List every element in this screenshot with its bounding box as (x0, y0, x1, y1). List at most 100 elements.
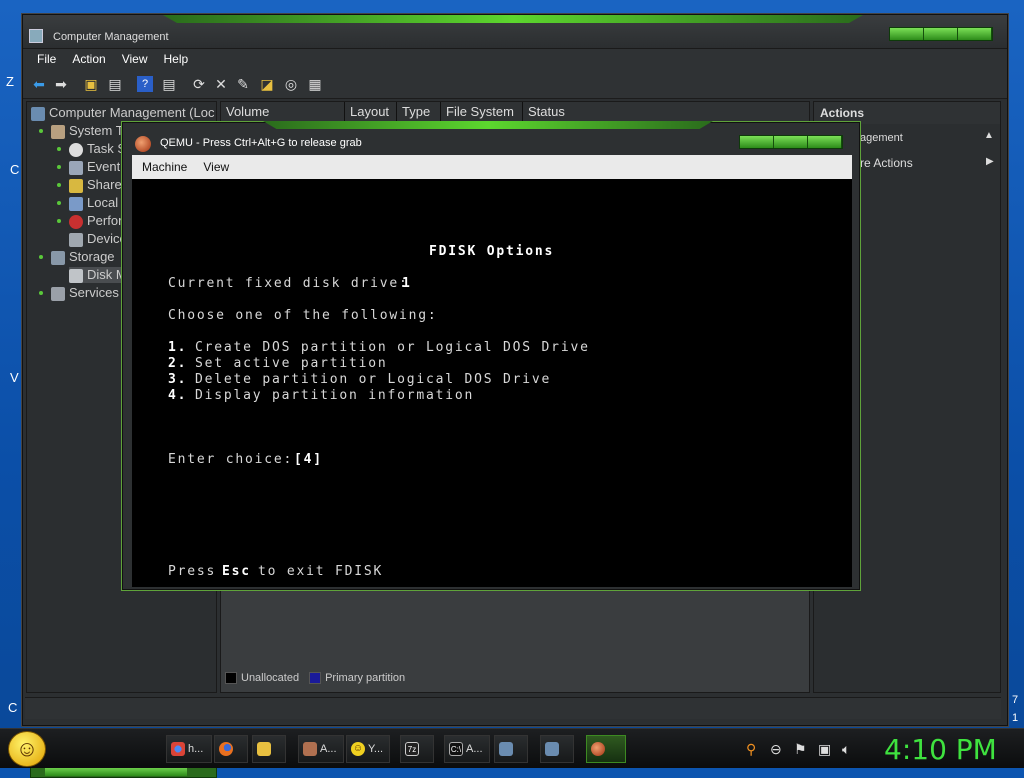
window-controls[interactable] (889, 27, 993, 41)
vm-display[interactable]: FDISK Options Current fixed disk drive: … (132, 179, 852, 587)
task-yahoo-messenger[interactable]: ☺ Y... (346, 735, 390, 763)
tree-item-services[interactable]: Services (51, 285, 119, 301)
yahoo-messenger-icon: ☺ (351, 742, 365, 757)
desktop-edge-label: 1 (1012, 712, 1019, 724)
tree-item-device-manager[interactable]: Device (69, 231, 127, 247)
open-folder-icon[interactable]: ◪ (259, 76, 275, 92)
task-app[interactable]: A... (298, 735, 344, 763)
tree-item-local-users[interactable]: Local (69, 195, 118, 211)
app-icon (303, 742, 317, 757)
refresh-icon[interactable]: ⟳ (191, 76, 207, 92)
menu-action[interactable]: Action (64, 49, 113, 71)
cm-window-title: Computer Management (53, 31, 169, 43)
edit-icon[interactable]: ✎ (235, 76, 251, 92)
computer-management-icon (29, 29, 43, 43)
task-command-prompt[interactable]: C:\ A... (444, 735, 490, 763)
services-icon (51, 286, 65, 301)
search-icon[interactable]: ⚲ (746, 741, 756, 758)
desktop-edge-label: V (10, 370, 19, 385)
titlebar-accent (163, 15, 863, 23)
task-computer-management[interactable] (494, 735, 528, 763)
action-more-actions[interactable]: re Actions (860, 156, 913, 170)
clock-icon (69, 142, 83, 157)
qemu-window[interactable]: QEMU - Press Ctrl+Alt+G to release grab … (122, 121, 860, 590)
option-number: 1. (168, 340, 188, 355)
task-firefox[interactable] (214, 735, 248, 763)
action-disk-management[interactable]: agement (860, 132, 903, 144)
computer-management-icon (499, 742, 513, 757)
flag-icon[interactable]: ⚑ (794, 741, 807, 758)
explorer-icon (257, 742, 271, 757)
qemu-window-title: QEMU - Press Ctrl+Alt+G to release grab (160, 137, 362, 149)
qemu-icon (591, 742, 605, 757)
desktop-edge-label: 7 (1012, 694, 1019, 706)
users-icon (69, 196, 83, 211)
tree-item-system-tools[interactable]: System T (51, 123, 124, 139)
close-button[interactable] (958, 28, 992, 40)
option-number: 3. (168, 372, 188, 387)
back-arrow-icon[interactable]: ⬅ (31, 76, 47, 92)
option-number: 2. (168, 356, 188, 371)
forward-arrow-icon[interactable]: ➡ (53, 76, 69, 92)
start-smiley-icon[interactable]: ☺ (8, 731, 46, 767)
menu-machine[interactable]: Machine (134, 155, 195, 179)
window-controls[interactable] (739, 135, 843, 149)
menu-file[interactable]: File (29, 49, 64, 71)
minimize-button[interactable] (740, 136, 774, 148)
exit-key: Esc (222, 564, 251, 579)
column-volume[interactable]: Volume (221, 102, 345, 121)
device-manager-icon (69, 232, 83, 247)
maximize-button[interactable] (924, 28, 958, 40)
column-layout[interactable]: Layout (345, 102, 397, 121)
actions-header: Actions (814, 102, 1000, 124)
qemu-icon (135, 136, 151, 152)
cm-titlebar[interactable]: Computer Management (23, 15, 1007, 49)
menu-view[interactable]: View (114, 49, 156, 71)
up-folder-icon[interactable]: ▣ (83, 76, 99, 92)
task-chrome[interactable]: h... (166, 735, 212, 763)
status-icon[interactable]: ⊖ (770, 741, 782, 758)
event-viewer-icon (69, 160, 83, 175)
tools-icon (51, 124, 65, 139)
exit-press: Press (168, 564, 217, 579)
option-text: Display partition information (195, 388, 475, 403)
tree-item-shared-folders[interactable]: Share (69, 177, 122, 193)
minimize-button[interactable] (890, 28, 924, 40)
column-file-system[interactable]: File System (441, 102, 523, 121)
column-type[interactable]: Type (397, 102, 441, 121)
tree-item-event-viewer[interactable]: Event (69, 159, 120, 175)
shared-folder-icon (69, 178, 83, 193)
clock[interactable]: 4:10 PM (884, 733, 997, 766)
cmd-icon: C:\ (449, 742, 463, 757)
desktop-edge-label: Z (6, 74, 14, 89)
legend-primary: Primary partition (325, 672, 406, 684)
cm-menubar: File Action View Help (23, 49, 1007, 71)
menu-view[interactable]: View (195, 155, 237, 179)
collapse-arrow-icon[interactable]: ▲ (984, 130, 994, 141)
firefox-icon (219, 742, 233, 757)
task-7zip[interactable]: 7z (400, 735, 434, 763)
submenu-arrow-icon[interactable]: ▶ (986, 156, 994, 167)
tree-root[interactable]: Computer Management (Loc (31, 105, 216, 121)
help-icon[interactable]: ? (137, 76, 153, 92)
properties-icon[interactable]: ▤ (161, 76, 177, 92)
task-qemu[interactable] (586, 735, 626, 763)
menu-help[interactable]: Help (156, 49, 197, 71)
show-hide-tree-icon[interactable]: ▤ (107, 76, 123, 92)
current-drive-label: Current fixed disk drive: (168, 276, 409, 291)
maximize-button[interactable] (774, 136, 808, 148)
task-explorer[interactable] (252, 735, 286, 763)
tree-item-task-scheduler[interactable]: Task S (69, 141, 126, 157)
search-disk-icon[interactable]: ◎ (283, 76, 299, 92)
column-status[interactable]: Status (523, 102, 809, 121)
option-text: Delete partition or Logical DOS Drive (195, 372, 552, 387)
tree-item-disk-management[interactable]: Disk M (69, 267, 127, 283)
tree-item-performance[interactable]: Perfor (69, 213, 122, 229)
delete-icon[interactable]: ✕ (213, 76, 229, 92)
network-icon[interactable]: ▣ (818, 741, 831, 758)
close-button[interactable] (808, 136, 842, 148)
volume-icon[interactable]: 🔈︎ (842, 741, 850, 758)
task-computer-management-2[interactable] (540, 735, 574, 763)
tree-item-storage[interactable]: Storage (51, 249, 115, 265)
settings-icon[interactable]: ▦ (307, 76, 323, 92)
